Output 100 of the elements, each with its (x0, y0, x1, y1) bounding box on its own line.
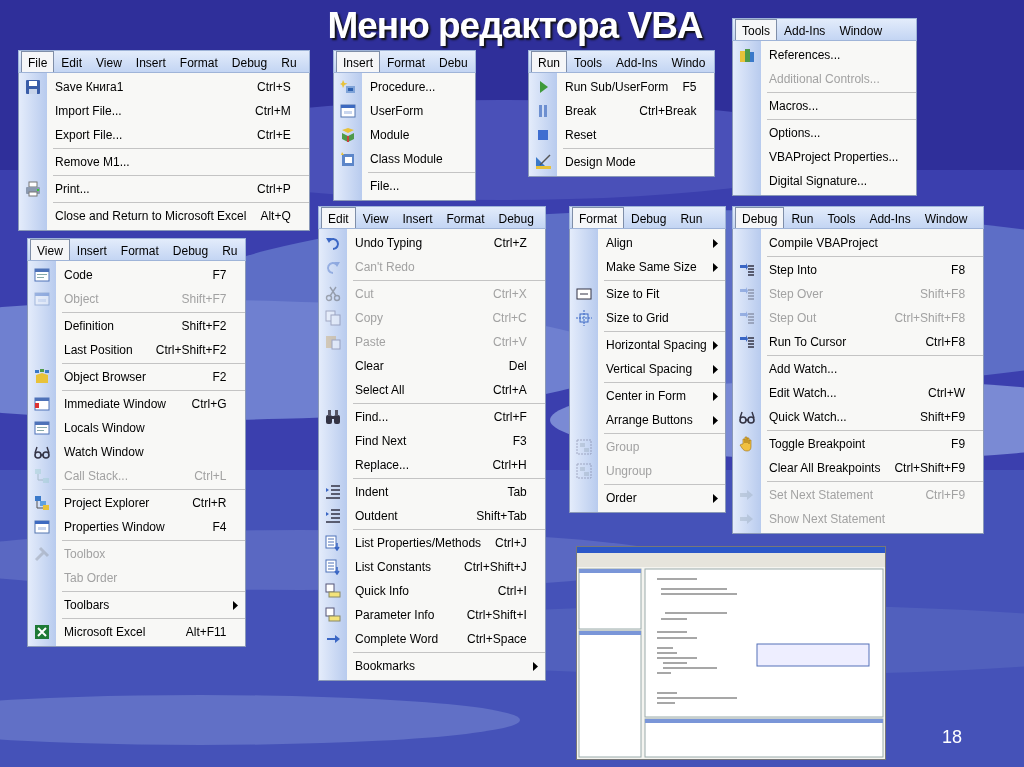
menu-tab[interactable]: Window (832, 19, 890, 40)
menu-item[interactable]: Size to Fit (570, 282, 725, 306)
menu-item[interactable]: Print... Ctrl+P (19, 177, 309, 201)
menu-tab[interactable]: Insert (395, 207, 440, 228)
menu-item[interactable]: Reset (529, 123, 715, 147)
menu-item[interactable]: Definition Shift+F2 (28, 314, 245, 338)
menu-tab[interactable]: Ru (215, 239, 245, 260)
menu-item[interactable]: Class Module (334, 147, 475, 171)
menu-item[interactable]: Macros... (733, 94, 917, 118)
menu-item[interactable]: File... (334, 174, 475, 198)
menu-item[interactable]: Microsoft Excel Alt+F11 (28, 620, 245, 644)
menu-item[interactable]: Find... Ctrl+F (319, 405, 545, 429)
shortcut-text: Ctrl+M (255, 104, 291, 118)
menu-item[interactable]: Export File... Ctrl+E (19, 123, 309, 147)
menu-tab[interactable]: Run (531, 51, 567, 72)
menu-tab[interactable]: Insert (69, 239, 114, 260)
menu-item[interactable]: List Properties/Methods Ctrl+J (319, 531, 545, 555)
menu-tab[interactable]: Debug (735, 207, 785, 228)
menu-item[interactable]: Options... (733, 121, 917, 145)
menu-item[interactable]: Indent Tab (319, 480, 545, 504)
menu-item[interactable]: Outdent Shift+Tab (319, 504, 545, 528)
menu-item[interactable]: Object Browser F2 (28, 365, 245, 389)
menu-item[interactable]: Center in Form (570, 384, 725, 408)
menu-tab[interactable]: Add-Ins (777, 19, 833, 40)
menu-item[interactable]: Order (570, 486, 725, 510)
menu-item[interactable]: Step Into F8 (733, 258, 984, 282)
menu-item[interactable]: Replace... Ctrl+H (319, 453, 545, 477)
menu-item[interactable]: Horizontal Spacing (570, 333, 725, 357)
menu-tab[interactable]: Add-Ins (609, 51, 665, 72)
menu-tab[interactable]: Debug (624, 207, 674, 228)
menu-tab[interactable]: Run (784, 207, 821, 228)
menu-item[interactable]: Close and Return to Microsoft Excel Alt+Q (19, 204, 309, 228)
menu-item[interactable]: Arrange Buttons (570, 408, 725, 432)
menu-item[interactable]: Make Same Size (570, 255, 725, 279)
menu-tab[interactable]: Run (673, 207, 710, 228)
menu-item[interactable]: Clear Del (319, 354, 545, 378)
menu-item[interactable]: Compile VBAProject (733, 231, 984, 255)
menu-tab[interactable]: Format (380, 51, 433, 72)
menu-item[interactable]: Import File... Ctrl+M (19, 99, 309, 123)
menu-tab[interactable]: Add-Ins (862, 207, 918, 228)
menu-item[interactable]: Align (570, 231, 725, 255)
menu-item[interactable]: Run To Cursor Ctrl+F8 (733, 330, 984, 354)
menu-tab[interactable]: File (21, 51, 55, 72)
menu-tab[interactable]: Format (172, 51, 225, 72)
menu-item[interactable]: Add Watch... (733, 357, 984, 381)
menu-item[interactable]: Project Explorer Ctrl+R (28, 491, 245, 515)
menu-tab[interactable]: Ru (274, 51, 304, 72)
menu-item[interactable]: References... (733, 43, 917, 67)
menu-item[interactable]: Digital Signature... (733, 169, 917, 193)
menu-item[interactable]: Properties Window F4 (28, 515, 245, 539)
menu-tab[interactable]: Windo (664, 51, 713, 72)
menu-tab[interactable]: Tools (820, 207, 863, 228)
shortcut-text: Ctrl+Shift+F2 (155, 343, 227, 357)
menu-item[interactable]: Save Книга1 Ctrl+S (19, 75, 309, 99)
menu-item[interactable]: Vertical Spacing (570, 357, 725, 381)
menu-item[interactable]: Remove M1... (19, 150, 309, 174)
menu-item[interactable]: UserForm (334, 99, 475, 123)
menu-item[interactable]: Find Next F3 (319, 429, 545, 453)
menu-tab[interactable]: Edit (321, 207, 356, 228)
menu-item[interactable]: Code F7 (28, 263, 245, 287)
menu-item[interactable]: VBAProject Properties... (733, 145, 917, 169)
menu-item[interactable]: Break Ctrl+Break (529, 99, 715, 123)
menu-tab[interactable]: View (30, 239, 70, 260)
menu-tab[interactable]: Debu (432, 51, 475, 72)
menu-item[interactable]: Clear All Breakpoints Ctrl+Shift+F9 (733, 456, 984, 480)
menu-tab[interactable]: Format (439, 207, 492, 228)
menu-tab[interactable]: Debug (224, 51, 275, 72)
menu-item[interactable]: Quick Info Ctrl+I (319, 579, 545, 603)
menu-tab[interactable]: Insert (336, 51, 380, 72)
menu-tab[interactable]: Edit (54, 51, 90, 72)
menu-item[interactable]: Edit Watch... Ctrl+W (733, 381, 984, 405)
menu-tab[interactable]: Tools (567, 51, 610, 72)
shortcut-text: Alt+F11 (185, 625, 227, 639)
menu-item[interactable]: Undo Typing Ctrl+Z (319, 231, 545, 255)
menu-tab[interactable]: Format (572, 207, 624, 228)
menu-item[interactable]: Watch Window (28, 440, 245, 464)
menu-item[interactable]: List Constants Ctrl+Shift+J (319, 555, 545, 579)
menu-item[interactable]: Select All Ctrl+A (319, 378, 545, 402)
menu-tab[interactable]: Insert (128, 51, 173, 72)
menu-tab[interactable]: View (355, 207, 396, 228)
menu-item[interactable]: Complete Word Ctrl+Space (319, 627, 545, 651)
menu-item[interactable]: Bookmarks (319, 654, 545, 678)
menu-tab[interactable]: Tools (735, 19, 777, 40)
menu-item[interactable]: Parameter Info Ctrl+Shift+I (319, 603, 545, 627)
menu-item[interactable]: Toolbars (28, 593, 245, 617)
menu-item[interactable]: Module (334, 123, 475, 147)
menu-tab[interactable]: Format (113, 239, 166, 260)
menu-item[interactable]: Last Position Ctrl+Shift+F2 (28, 338, 245, 362)
menu-item[interactable]: Run Sub/UserForm F5 (529, 75, 715, 99)
menu-tab[interactable]: View (89, 51, 129, 72)
menu-item[interactable]: Immediate Window Ctrl+G (28, 392, 245, 416)
menu-tab[interactable]: Debug (165, 239, 216, 260)
menu-item[interactable]: Size to Grid (570, 306, 725, 330)
menu-tab[interactable]: Window (917, 207, 975, 228)
menu-item[interactable]: Locals Window (28, 416, 245, 440)
menu-item[interactable]: Procedure... (334, 75, 475, 99)
menu-tab[interactable]: Debug (491, 207, 541, 228)
menu-item[interactable]: Quick Watch... Shift+F9 (733, 405, 984, 429)
menu-item[interactable]: Design Mode (529, 150, 715, 174)
menu-item[interactable]: Toggle Breakpoint F9 (733, 432, 984, 456)
